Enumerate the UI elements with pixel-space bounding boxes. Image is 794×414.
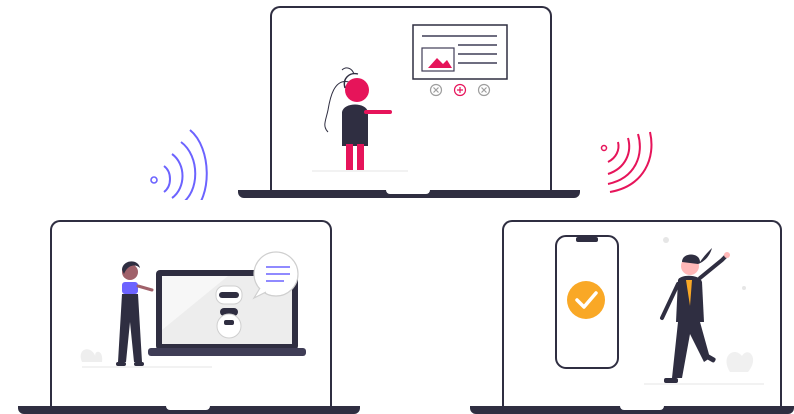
chart-card-icon (412, 24, 508, 80)
wifi-signal-right-icon (600, 131, 653, 193)
person-presenting (312, 67, 408, 172)
close-circle-icon (429, 83, 443, 97)
plus-circle-icon (453, 83, 467, 97)
close-circle-icon (477, 83, 491, 97)
right-laptop-notch (620, 406, 664, 410)
top-laptop-notch (386, 190, 430, 194)
network-illustration (0, 0, 794, 414)
top-laptop-content (312, 24, 508, 172)
wifi-signal-left-icon (150, 129, 208, 200)
left-laptop-content (80, 251, 306, 368)
phone-checkmark-icon (555, 235, 619, 369)
plant-icon (726, 351, 754, 372)
left-laptop-notch (166, 406, 210, 410)
right-laptop-content (555, 235, 764, 385)
plant-icon (80, 349, 103, 362)
